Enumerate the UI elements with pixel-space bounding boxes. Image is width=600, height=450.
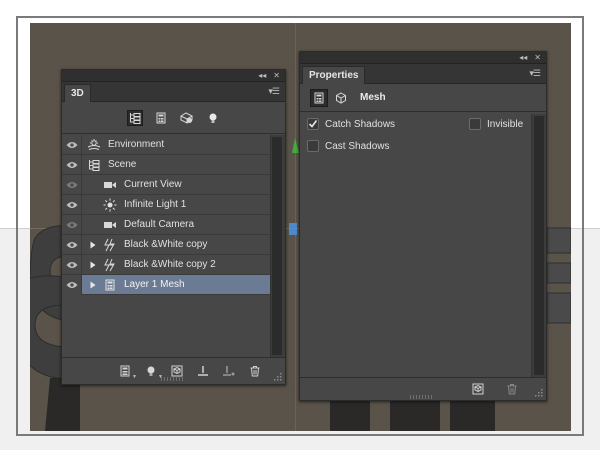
layer-label: Environment xyxy=(108,139,165,150)
layer-label: Default Camera xyxy=(124,219,195,230)
list-item-current-view[interactable]: Current View xyxy=(62,174,270,195)
list-item-environment[interactable]: Environment xyxy=(62,134,270,155)
camera-icon xyxy=(102,217,118,233)
layer-label: Infinite Light 1 xyxy=(124,199,187,210)
visibility-eye-icon[interactable] xyxy=(62,234,82,255)
layer-label: Scene xyxy=(108,159,137,170)
list-item-layer-1-mesh[interactable]: Layer 1 Mesh xyxy=(62,274,270,295)
catch-shadows-label: Catch Shadows xyxy=(325,118,396,130)
invisible-label: Invisible xyxy=(487,118,524,130)
mesh-layer-icon xyxy=(102,277,118,293)
list-item-scene[interactable]: Scene xyxy=(62,154,270,175)
section-title: Mesh xyxy=(360,92,386,103)
visibility-eye-icon[interactable] xyxy=(62,214,82,235)
filter-mesh-icon[interactable] xyxy=(153,110,169,126)
3d-panel-tab-row: 3D ▾☰ xyxy=(62,82,285,102)
visibility-eye-icon[interactable] xyxy=(62,194,82,215)
reset-3d-icon[interactable] xyxy=(470,381,486,397)
mesh-add-icon[interactable]: ▼ xyxy=(117,363,137,380)
properties-panel-titlebar[interactable]: ◂◂ ✕ xyxy=(300,52,546,64)
layer-list-empty-area xyxy=(62,295,270,357)
filter-scene-icon[interactable] xyxy=(126,109,143,126)
panel-menu-icon[interactable]: ▾☰ xyxy=(529,68,541,79)
properties-tab-row: Properties ▾☰ xyxy=(300,64,546,84)
invisible-checkbox[interactable] xyxy=(469,118,481,130)
list-item-default-camera[interactable]: Default Camera xyxy=(62,214,270,235)
visibility-eye-icon[interactable] xyxy=(62,134,82,155)
collapse-double-arrow-icon[interactable]: ◂◂ xyxy=(258,70,266,82)
drop-to-ground-icon[interactable] xyxy=(195,363,211,379)
light-icon xyxy=(102,197,118,213)
mesh-tab-icon[interactable] xyxy=(310,88,328,107)
corner-resize-icon[interactable] xyxy=(273,372,283,382)
panel-resize-grip[interactable] xyxy=(161,377,185,381)
3d-filter-toolbar xyxy=(62,102,285,134)
cast-shadows-label: Cast Shadows xyxy=(325,140,390,152)
panel-menu-icon[interactable]: ▾☰ xyxy=(268,86,280,97)
visibility-eye-icon[interactable] xyxy=(62,274,82,295)
catch-shadows-checkbox[interactable] xyxy=(307,118,319,130)
scrollbar-thumb[interactable] xyxy=(534,116,544,375)
trash-icon[interactable] xyxy=(504,381,520,397)
filter-lights-icon[interactable] xyxy=(205,110,221,126)
cast-shadows-option[interactable]: Cast Shadows xyxy=(307,140,389,152)
cast-shadows-checkbox[interactable] xyxy=(307,140,319,152)
environment-icon xyxy=(86,137,102,153)
light-add-icon[interactable]: ▼ xyxy=(143,363,163,380)
invisible-option[interactable]: Invisible xyxy=(469,118,523,130)
tab-properties[interactable]: Properties xyxy=(302,66,366,84)
expand-arrow-icon[interactable] xyxy=(88,241,98,249)
camera-icon xyxy=(102,177,118,193)
expand-arrow-icon[interactable] xyxy=(88,261,98,269)
mesh-icon xyxy=(102,237,118,253)
close-icon[interactable]: ✕ xyxy=(534,52,541,64)
corner-resize-icon[interactable] xyxy=(534,388,544,398)
scrollbar-thumb[interactable] xyxy=(272,137,282,355)
visibility-eye-icon[interactable] xyxy=(62,174,82,195)
panel-resize-grip[interactable] xyxy=(410,395,434,399)
list-item-black-white-copy[interactable]: Black &White copy xyxy=(62,234,270,255)
scene-icon xyxy=(86,157,102,173)
expand-arrow-icon[interactable] xyxy=(88,281,98,289)
trash-icon[interactable] xyxy=(247,363,263,379)
3d-layer-list: Environment Scene Current View Infinite … xyxy=(62,134,270,295)
properties-header: Mesh xyxy=(300,84,546,112)
properties-body: Catch Shadows Invisible Cast Shadows xyxy=(300,112,546,375)
collapse-double-arrow-icon[interactable]: ◂◂ xyxy=(519,52,527,64)
layer-label: Layer 1 Mesh xyxy=(124,279,185,290)
visibility-eye-icon[interactable] xyxy=(62,154,82,175)
layer-label: Current View xyxy=(124,179,182,190)
properties-panel: ◂◂ ✕ Properties ▾☰ Mesh Catch Shadows In… xyxy=(299,51,547,401)
3d-panel-titlebar[interactable]: ◂◂ ✕ xyxy=(62,70,285,82)
catch-shadows-option[interactable]: Catch Shadows xyxy=(307,118,395,130)
close-icon[interactable]: ✕ xyxy=(273,70,280,82)
render-icon[interactable] xyxy=(221,363,237,379)
3d-panel: ◂◂ ✕ 3D ▾☰ Environment Scene Current Vie… xyxy=(61,69,286,385)
visibility-eye-icon[interactable] xyxy=(62,254,82,275)
layer-label: Black &White copy xyxy=(124,239,208,250)
filter-materials-icon[interactable] xyxy=(179,110,195,126)
mesh-icon xyxy=(102,257,118,273)
list-item-infinite-light[interactable]: Infinite Light 1 xyxy=(62,194,270,215)
list-item-black-white-copy-2[interactable]: Black &White copy 2 xyxy=(62,254,270,275)
coordinates-cube-icon[interactable] xyxy=(332,89,350,107)
layer-label: Black &White copy 2 xyxy=(124,259,216,270)
tab-3d[interactable]: 3D xyxy=(64,84,91,102)
